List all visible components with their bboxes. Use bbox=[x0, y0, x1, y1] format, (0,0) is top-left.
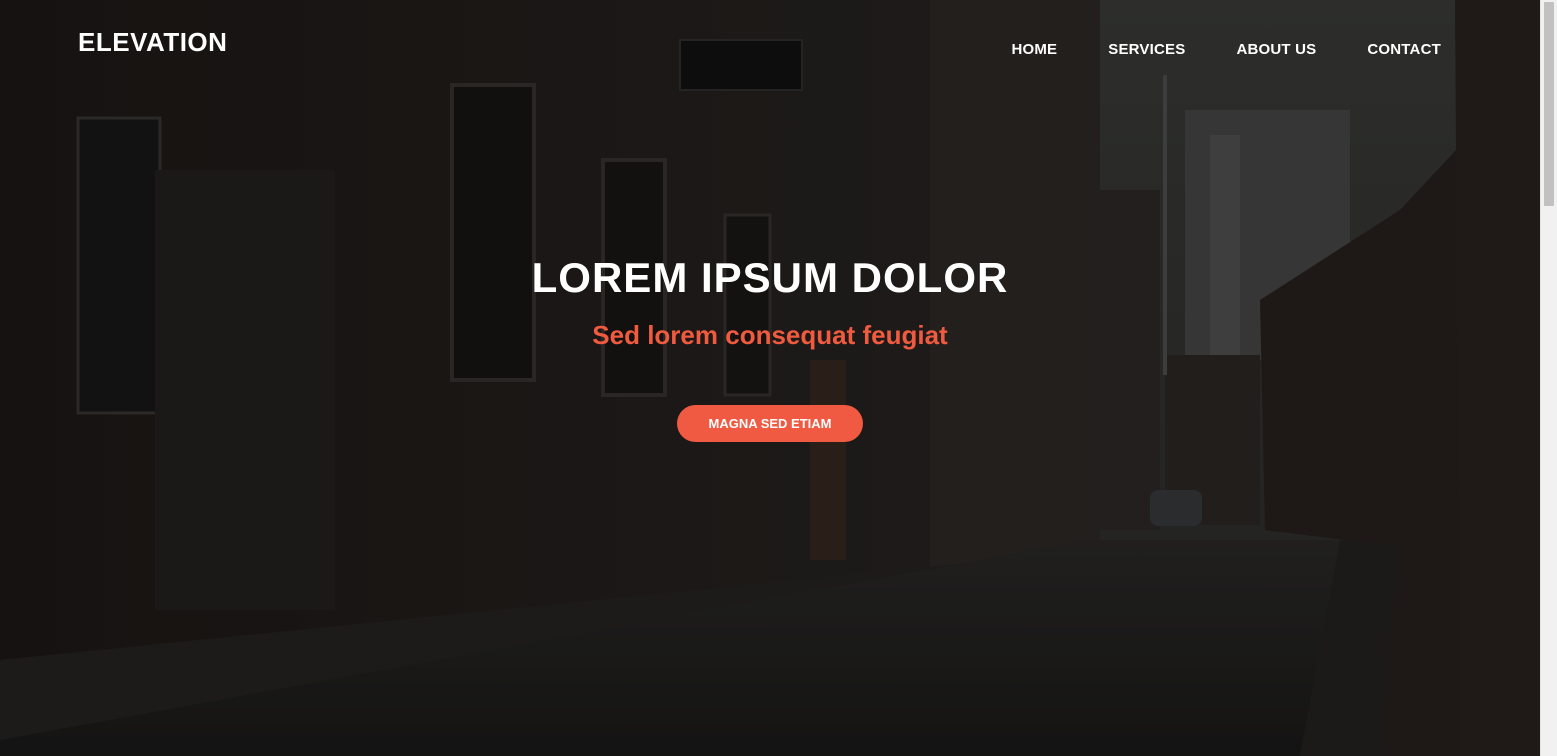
nav-item-contact[interactable]: CONTACT bbox=[1367, 41, 1441, 58]
hero-section: ELEVATION HOME SERVICES ABOUT US CONTACT… bbox=[0, 0, 1540, 756]
vertical-scrollbar[interactable] bbox=[1540, 0, 1557, 756]
hero-subtitle: Sed lorem consequat feugiat bbox=[592, 320, 948, 350]
main-nav: HOME SERVICES ABOUT US CONTACT bbox=[1011, 41, 1441, 58]
nav-item-services[interactable]: SERVICES bbox=[1108, 41, 1185, 58]
cta-button[interactable]: MAGNA SED ETIAM bbox=[677, 405, 863, 442]
dark-overlay bbox=[0, 0, 1540, 756]
nav-item-home[interactable]: HOME bbox=[1011, 41, 1057, 58]
scrollbar-thumb[interactable] bbox=[1544, 2, 1554, 206]
site-logo[interactable]: ELEVATION bbox=[78, 27, 227, 58]
hero-title: LOREM IPSUM DOLOR bbox=[531, 254, 1009, 301]
nav-item-about-us[interactable]: ABOUT US bbox=[1236, 41, 1316, 58]
